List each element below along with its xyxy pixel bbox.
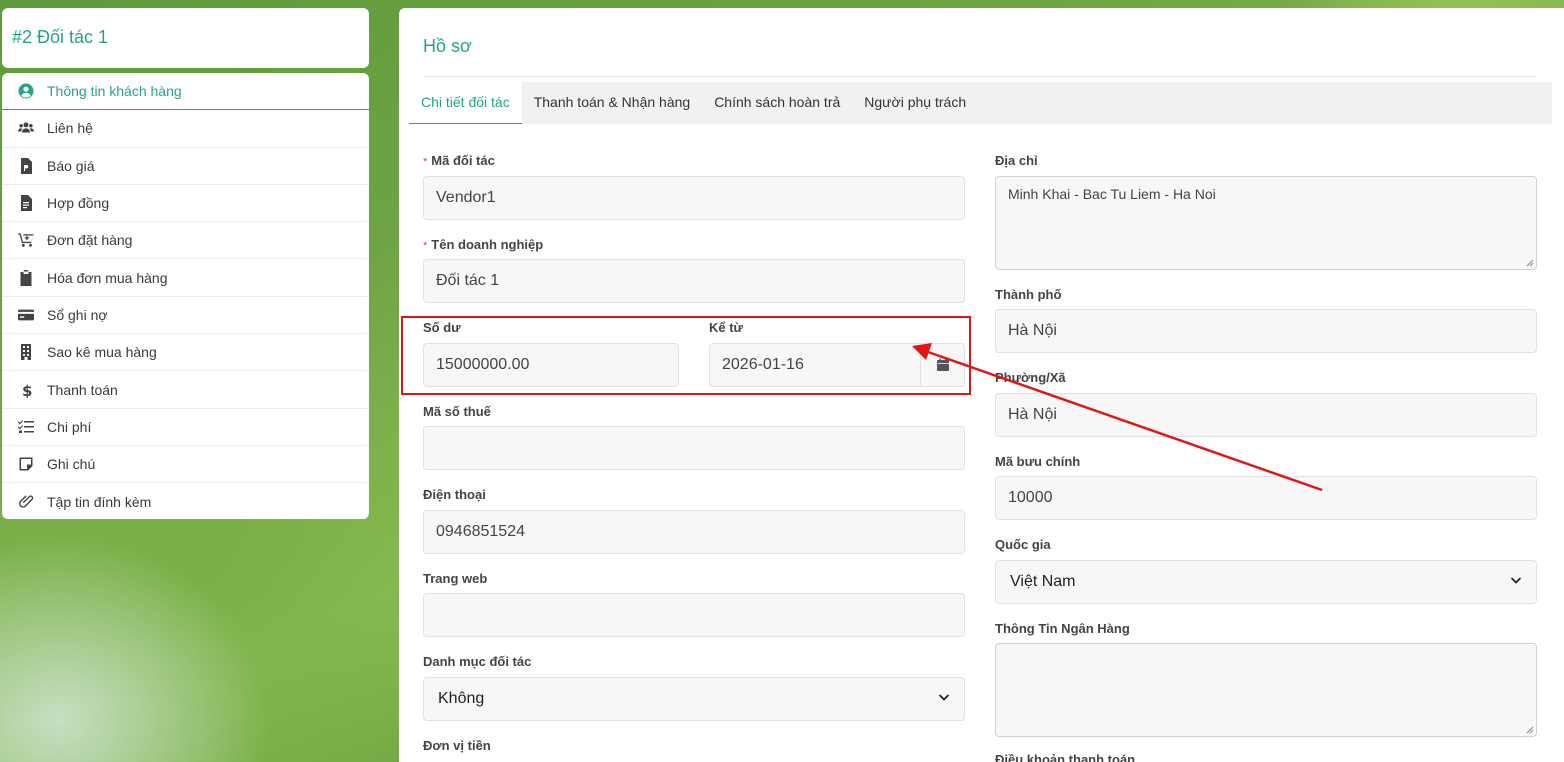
sidebar-item-label: Đơn đặt hàng — [47, 232, 133, 249]
paperclip-icon — [16, 493, 36, 511]
cart-plus-icon — [16, 231, 36, 249]
ward-label: Phường/Xã — [995, 370, 1066, 385]
sidebar-menu: Thông tin khách hàng Liên hệ Báo giá Hợp… — [2, 73, 369, 519]
sidebar-item-label: Hợp đồng — [47, 195, 110, 212]
sidebar-item-label: Sổ ghi nợ — [47, 306, 108, 323]
tab-partner-details[interactable]: Chi tiết đối tác — [409, 82, 522, 124]
postal-code-input[interactable]: 10000 — [995, 476, 1537, 520]
partner-code-input[interactable]: Vendor1 — [423, 176, 965, 220]
divider — [423, 76, 1536, 77]
chevron-down-icon — [938, 690, 950, 708]
country-label: Quốc gia — [995, 537, 1051, 552]
tax-code-input[interactable] — [423, 426, 965, 470]
country-selected-value: Việt Nam — [1010, 573, 1076, 590]
file-invoice-icon — [16, 157, 36, 175]
category-select[interactable]: Không — [423, 677, 965, 721]
website-input[interactable] — [423, 593, 965, 637]
sidebar-item-quotes[interactable]: Báo giá — [2, 148, 369, 185]
file-text-icon — [16, 194, 36, 212]
sidebar-item-expenses[interactable]: Chi phí — [2, 409, 369, 446]
phone-input[interactable]: 0946851524 — [423, 510, 965, 554]
dollar-icon: $ — [16, 381, 36, 399]
bank-info-label: Thông Tin Ngân Hàng — [995, 621, 1130, 636]
tab-person-in-charge[interactable]: Người phụ trách — [852, 82, 978, 124]
credit-card-icon — [16, 306, 36, 324]
tab-payment-delivery[interactable]: Thanh toán & Nhận hàng — [522, 82, 702, 124]
label-text: Tên doanh nghiệp — [431, 237, 544, 252]
sidebar-item-label: Chi phí — [47, 418, 92, 435]
currency-label: Đơn vị tiền — [423, 738, 491, 753]
sidebar-item-attachments[interactable]: Tập tin đính kèm — [2, 483, 369, 519]
postal-code-label: Mã bưu chính — [995, 454, 1081, 469]
user-circle-icon — [16, 82, 36, 100]
partner-title: #2 Đối tác 1 — [12, 27, 109, 47]
category-selected-value: Không — [438, 690, 485, 707]
ward-input[interactable]: Hà Nội — [995, 393, 1537, 437]
sidebar-item-label: Sao kê mua hàng — [47, 344, 157, 361]
address-value: Minh Khai - Bac Tu Liem - Ha Noi — [1008, 186, 1216, 202]
address-label: Địa chỉ — [995, 153, 1038, 168]
city-input[interactable]: Hà Nội — [995, 309, 1537, 353]
building-icon — [16, 343, 36, 361]
sidebar-item-label: Báo giá — [47, 157, 95, 174]
sidebar-item-label: Liên hệ — [47, 120, 93, 137]
annotation-highlight-box — [401, 316, 971, 395]
address-textarea[interactable]: Minh Khai - Bac Tu Liem - Ha Noi — [995, 176, 1537, 270]
sidebar-item-contacts[interactable]: Liên hệ — [2, 110, 369, 148]
partner-code-label: * Mã đối tác — [423, 153, 495, 168]
panel-title: Hồ sơ — [423, 36, 472, 56]
sidebar-item-purchase-orders[interactable]: Đơn đặt hàng — [2, 222, 369, 260]
city-label: Thành phố — [995, 287, 1062, 302]
sidebar-item-label: Hóa đơn mua hàng — [47, 269, 168, 286]
country-select[interactable]: Việt Nam — [995, 560, 1537, 604]
category-label: Danh mục đối tác — [423, 654, 532, 669]
bank-info-textarea[interactable] — [995, 643, 1537, 737]
company-name-input[interactable]: Đối tác 1 — [423, 259, 965, 303]
sidebar-item-debit-notes[interactable]: Sổ ghi nợ — [2, 297, 369, 335]
sidebar-item-purchase-invoices[interactable]: Hóa đơn mua hàng — [2, 259, 369, 297]
sidebar-item-customer-info[interactable]: Thông tin khách hàng — [2, 73, 369, 111]
sidebar-item-label: Thanh toán — [47, 381, 118, 398]
sticky-note-icon — [16, 455, 36, 473]
sidebar-item-label: Thông tin khách hàng — [47, 83, 182, 100]
payment-terms-label: Điều khoản thanh toán — [995, 752, 1136, 762]
label-text: Mã đối tác — [431, 153, 495, 168]
sidebar-item-payments[interactable]: $ Thanh toán — [2, 371, 369, 409]
tab-return-policy[interactable]: Chính sách hoàn trả — [702, 82, 852, 124]
required-mark: * — [423, 156, 428, 168]
checklist-icon — [16, 418, 36, 436]
clipboard-icon — [16, 269, 36, 287]
sidebar-item-label: Tập tin đính kèm — [47, 493, 152, 510]
tab-bar: Chi tiết đối tác Thanh toán & Nhận hàng … — [409, 82, 1552, 124]
svg-text:$: $ — [22, 382, 32, 398]
required-mark: * — [423, 240, 428, 252]
partner-title-card: #2 Đối tác 1 — [2, 8, 369, 68]
sidebar-item-purchase-statements[interactable]: Sao kê mua hàng — [2, 334, 369, 372]
users-icon — [16, 119, 36, 137]
company-name-label: * Tên doanh nghiệp — [423, 237, 543, 252]
resize-handle-icon[interactable] — [1526, 726, 1534, 734]
tax-code-label: Mã số thuế — [423, 404, 491, 419]
resize-handle-icon[interactable] — [1526, 259, 1534, 267]
sidebar-item-notes[interactable]: Ghi chú — [2, 446, 369, 484]
sidebar-item-contracts[interactable]: Hợp đồng — [2, 185, 369, 223]
website-label: Trang web — [423, 571, 488, 586]
phone-label: Điện thoại — [423, 487, 486, 502]
sidebar-item-label: Ghi chú — [47, 456, 96, 473]
chevron-down-icon — [1510, 573, 1522, 591]
